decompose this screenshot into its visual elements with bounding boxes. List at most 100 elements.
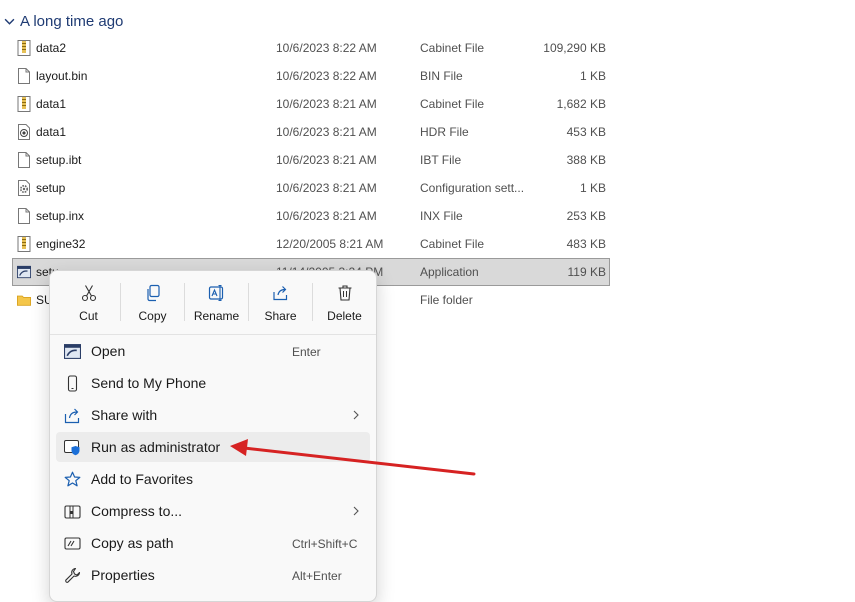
copy-path-icon [64,537,81,550]
config-file-icon [18,180,30,196]
wrench-icon [65,567,81,583]
menu-item-label: Share with [91,407,158,423]
menu-item-label: Add to Favorites [91,471,193,487]
file-date: 10/6/2023 8:21 AM [276,97,377,111]
zip-icon [64,505,81,519]
menu-item-label: Properties [91,567,155,583]
rename-button[interactable]: Rename [185,271,248,327]
file-name: data1 [36,125,67,139]
menu-item-send-to-phone[interactable]: Send to My Phone [56,368,370,398]
menu-item-run-as-administrator[interactable]: Run as administrator [56,432,370,462]
file-size: 483 KB [566,237,606,251]
file-name: setup [36,181,66,195]
file-name: engine32 [36,237,86,251]
file-size: 1,682 KB [556,97,606,111]
file-date: 10/6/2023 8:21 AM [276,209,377,223]
file-size: 1 KB [579,69,606,83]
scissors-icon [81,285,96,302]
copy-label: Copy [138,309,167,323]
menu-item-label: Compress to... [91,503,183,519]
file-type: INX File [420,209,463,223]
file-size: 253 KB [566,209,606,223]
application-icon [64,344,81,359]
delete-label: Delete [327,309,362,323]
file-type: Cabinet File [420,41,485,55]
chevron-right-icon [353,410,359,420]
blank-file-icon [18,152,30,168]
copy-icon [146,284,160,302]
file-row[interactable]: setup.inx 10/6/2023 8:21 AM INX File 253… [12,202,610,230]
file-date: 10/6/2023 8:22 AM [276,69,377,83]
file-type: Cabinet File [420,237,485,251]
blank-file-icon [18,68,30,84]
menu-item-add-to-favorites[interactable]: Add to Favorites [56,464,370,494]
chevron-down-icon [4,18,15,25]
file-size: 109,290 KB [543,41,606,55]
trash-icon [338,285,352,301]
file-type: IBT File [420,153,462,167]
rename-label: Rename [193,309,240,323]
file-size: 1 KB [579,181,606,195]
file-type: Configuration sett... [420,181,525,195]
folder-icon [17,295,31,306]
context-menu: Cut Copy Rename Share Delete Open Enter … [49,270,377,602]
group-header[interactable]: A long time ago [4,11,123,31]
file-size: 453 KB [566,125,606,139]
menu-item-copy-as-path[interactable]: Copy as path Ctrl+Shift+C [56,528,370,558]
menu-item-shortcut: Alt+Enter [292,569,342,583]
share-label: Share [264,309,297,323]
file-name: setup.ibt [36,153,82,167]
menu-item-label: Run as administrator [91,439,221,455]
file-row[interactable]: layout.bin 10/6/2023 8:22 AM BIN File 1 … [12,62,610,90]
file-type: File folder [420,293,473,307]
share-button[interactable]: Share [249,271,312,327]
cabinet-file-icon [17,96,31,112]
rename-icon [208,284,223,302]
file-size: 119 KB [567,265,606,279]
file-name: setup.inx [36,209,85,223]
file-type: Application [420,265,479,279]
file-date: 10/6/2023 8:21 AM [276,125,377,139]
share-icon [272,286,287,301]
file-name: data2 [36,41,67,55]
hdr-file-icon [18,124,30,140]
file-row[interactable]: engine32 12/20/2005 8:21 AM Cabinet File… [12,230,610,258]
file-row[interactable]: setup.ibt 10/6/2023 8:21 AM IBT File 388… [12,146,610,174]
shield-icon [64,440,80,456]
menu-item-label: Send to My Phone [91,375,207,391]
menu-item-shortcut: Enter [292,345,321,359]
file-row[interactable]: setup 10/6/2023 8:21 AM Configuration se… [12,174,610,202]
file-date: 10/6/2023 8:22 AM [276,41,377,55]
file-type: BIN File [420,69,463,83]
menu-divider [50,334,376,335]
delete-button[interactable]: Delete [313,271,376,327]
menu-item-shortcut: Ctrl+Shift+C [292,537,358,551]
file-date: 10/6/2023 8:21 AM [276,153,377,167]
cut-button[interactable]: Cut [57,271,120,327]
file-name: layout.bin [36,69,88,83]
menu-item-properties[interactable]: Properties Alt+Enter [56,560,370,590]
menu-item-open[interactable]: Open Enter [56,336,370,366]
application-icon [17,265,31,279]
share-with-icon [64,408,80,424]
cut-label: Cut [79,309,98,323]
copy-button[interactable]: Copy [121,271,184,327]
phone-icon [67,375,78,392]
file-type: Cabinet File [420,97,485,111]
group-title: A long time ago [20,12,124,30]
file-date: 10/6/2023 8:21 AM [276,181,377,195]
blank-file-icon [18,208,30,224]
file-name: data1 [36,97,67,111]
chevron-right-icon [353,506,359,516]
file-row[interactable]: data2 10/6/2023 8:22 AM Cabinet File 109… [12,34,610,62]
file-row[interactable]: data1 10/6/2023 8:21 AM Cabinet File 1,6… [12,90,610,118]
file-row[interactable]: data1 10/6/2023 8:21 AM HDR File 453 KB [12,118,610,146]
menu-item-label: Copy as path [91,535,174,551]
context-toolbar: Cut Copy Rename Share Delete [50,271,376,329]
cabinet-file-icon [17,236,31,252]
menu-item-label: Open [91,343,126,359]
file-type: HDR File [420,125,469,139]
menu-item-share-with[interactable]: Share with [56,400,370,430]
file-size: 388 KB [566,153,606,167]
menu-item-compress-to[interactable]: Compress to... [56,496,370,526]
